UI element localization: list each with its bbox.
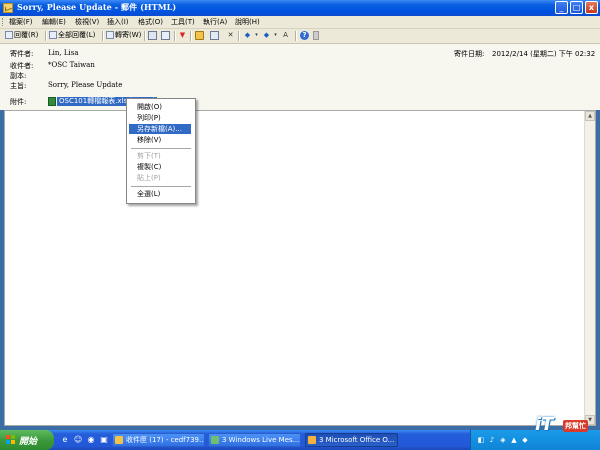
sent-date-label: 寄件日期:: [454, 50, 485, 58]
menubar-grip[interactable]: [2, 18, 5, 26]
vertical-scrollbar[interactable]: ▲ ▼: [584, 111, 595, 425]
to-value[interactable]: *OSC Taiwan: [48, 61, 95, 69]
ctx-cut: 剪下(T): [137, 152, 161, 160]
from-label: 寄件者:: [10, 50, 34, 58]
print-icon[interactable]: [148, 31, 157, 40]
messenger-icon[interactable]: ☺: [73, 435, 83, 445]
outlook-icon: [308, 436, 316, 444]
task-label: 收件匣 (17) - cedf739...: [126, 436, 205, 444]
tray-app-icon[interactable]: ◆: [521, 436, 529, 444]
menu-help[interactable]: 說明(H): [235, 17, 260, 27]
reply-all-icon: [49, 31, 57, 39]
cc-label: 副本:: [10, 72, 27, 80]
menu-file[interactable]: 檔案(F): [9, 17, 33, 27]
taskbar: 開始 e ☺ ◉ ▣ 收件匣 (17) - cedf739... 3 Windo…: [0, 430, 600, 450]
network-icon[interactable]: ◧: [477, 436, 485, 444]
toolbar-options-icon[interactable]: [313, 31, 319, 40]
sent-date-value: 2012/2/14 (星期二) 下午 02:32: [492, 50, 596, 58]
maximize-button[interactable]: □: [570, 1, 583, 14]
media-icon[interactable]: ◉: [86, 435, 96, 445]
logo-text: 邦幫忙: [563, 420, 588, 432]
start-label: 開始: [19, 437, 38, 447]
reply-all-label: 全部回覆(L): [58, 31, 96, 39]
mail-icon: [3, 3, 13, 13]
from-value[interactable]: Lin, Lisa: [48, 49, 79, 57]
forward-icon: [106, 31, 114, 39]
subject-label: 主旨:: [10, 82, 27, 90]
ctx-paste: 貼上(P): [137, 174, 161, 182]
messenger-icon: [211, 436, 219, 444]
chevron-down-icon[interactable]: ▾: [252, 31, 261, 40]
attachment-label: 附件:: [10, 98, 27, 106]
reply-label: 回覆(R): [14, 31, 39, 39]
task-live-messenger[interactable]: 3 Windows Live Mes...: [208, 433, 301, 447]
task-label: 3 Windows Live Mes...: [222, 436, 300, 444]
reply-button[interactable]: 回覆(R): [5, 30, 38, 41]
task-inbox[interactable]: 收件匣 (17) - cedf739...: [112, 433, 205, 447]
move-to-folder-icon[interactable]: [195, 31, 204, 40]
menu-edit[interactable]: 編輯(E): [42, 17, 66, 27]
title-bar: Sorry, Please Update - 郵件 (HTML) _ □ x: [0, 0, 600, 16]
forward-label: 轉寄(W): [115, 31, 142, 39]
toolbar-separator: [102, 31, 104, 41]
task-label: 3 Microsoft Office O...: [319, 436, 395, 444]
ithome-logo: iT 邦幫忙: [535, 410, 595, 446]
message-header: 寄件者: Lin, Lisa 收件者: *OSC Taiwan 副本: 主旨: …: [0, 44, 600, 110]
subject-value: Sorry, Please Update: [48, 81, 123, 89]
toolbar-separator: [45, 31, 47, 41]
ctx-save-as[interactable]: 另存新檔(A)...: [129, 124, 191, 134]
delete-icon[interactable]: ✕: [226, 31, 235, 40]
volume-icon[interactable]: ♪: [488, 436, 496, 444]
reply-icon: [5, 31, 13, 39]
task-office[interactable]: 3 Microsoft Office O...: [305, 433, 398, 447]
menu-format[interactable]: 格式(O): [138, 17, 163, 27]
ctx-remove[interactable]: 移除(V): [129, 135, 191, 145]
start-button[interactable]: 開始: [0, 430, 54, 450]
toolbar-separator: [144, 31, 146, 41]
message-body[interactable]: ▲ ▼: [4, 110, 596, 426]
next-item-icon[interactable]: ◆: [262, 31, 271, 40]
toolbar-separator: [295, 31, 297, 41]
toolbar: 回覆(R) 全部回覆(L) 轉寄(W) ▼ ✕ ◆ ▾ ◆ ▾ A ?: [0, 29, 600, 44]
send-receive-icon[interactable]: [161, 31, 170, 40]
excel-file-icon: [48, 97, 56, 106]
ctx-select-all[interactable]: 全選(L): [129, 189, 191, 199]
menu-actions[interactable]: 執行(A): [203, 17, 227, 27]
minimize-button[interactable]: _: [555, 1, 568, 14]
ctx-print[interactable]: 列印(P): [129, 113, 191, 123]
attachment-context-menu: 開啟(O) 列印(P) 另存新檔(A)... 移除(V) 剪下(T) 複製(C)…: [126, 98, 196, 204]
toolbar-separator: [190, 31, 192, 41]
to-label: 收件者:: [10, 62, 34, 70]
scroll-up-icon[interactable]: ▲: [585, 111, 595, 121]
forward-button[interactable]: 轉寄(W): [106, 30, 141, 41]
menu-view[interactable]: 檢視(V): [75, 17, 99, 27]
window-title: Sorry, Please Update - 郵件 (HTML): [17, 2, 177, 12]
logo-brand: iT: [535, 414, 554, 435]
categories-icon[interactable]: [210, 31, 219, 40]
help-icon[interactable]: ?: [300, 31, 309, 40]
ctx-open[interactable]: 開啟(O): [129, 102, 191, 112]
show-desktop-icon[interactable]: ▣: [99, 435, 109, 445]
close-button[interactable]: x: [585, 1, 598, 14]
ie-icon[interactable]: e: [60, 435, 70, 445]
menu-insert[interactable]: 插入(I): [107, 17, 129, 27]
security-icon[interactable]: ◈: [499, 436, 507, 444]
menu-tools[interactable]: 工具(T): [171, 17, 195, 27]
tray-app-icon[interactable]: ▲: [510, 436, 518, 444]
ctx-copy[interactable]: 複製(C): [129, 162, 191, 172]
flag-icon[interactable]: ▼: [178, 31, 187, 40]
font-size-icon[interactable]: A: [281, 31, 290, 40]
menu-separator: [131, 186, 191, 187]
toolbar-separator: [238, 31, 240, 41]
previous-item-icon[interactable]: ◆: [243, 31, 252, 40]
reply-all-button[interactable]: 全部回覆(L): [49, 30, 95, 41]
menu-separator: [131, 148, 191, 149]
windows-logo-icon: [6, 435, 16, 445]
firefox-icon: [115, 436, 123, 444]
toolbar-separator: [174, 31, 176, 41]
menu-bar: 檔案(F) 編輯(E) 檢視(V) 插入(I) 格式(O) 工具(T) 執行(A…: [0, 16, 600, 29]
chevron-down-icon[interactable]: ▾: [271, 31, 280, 40]
